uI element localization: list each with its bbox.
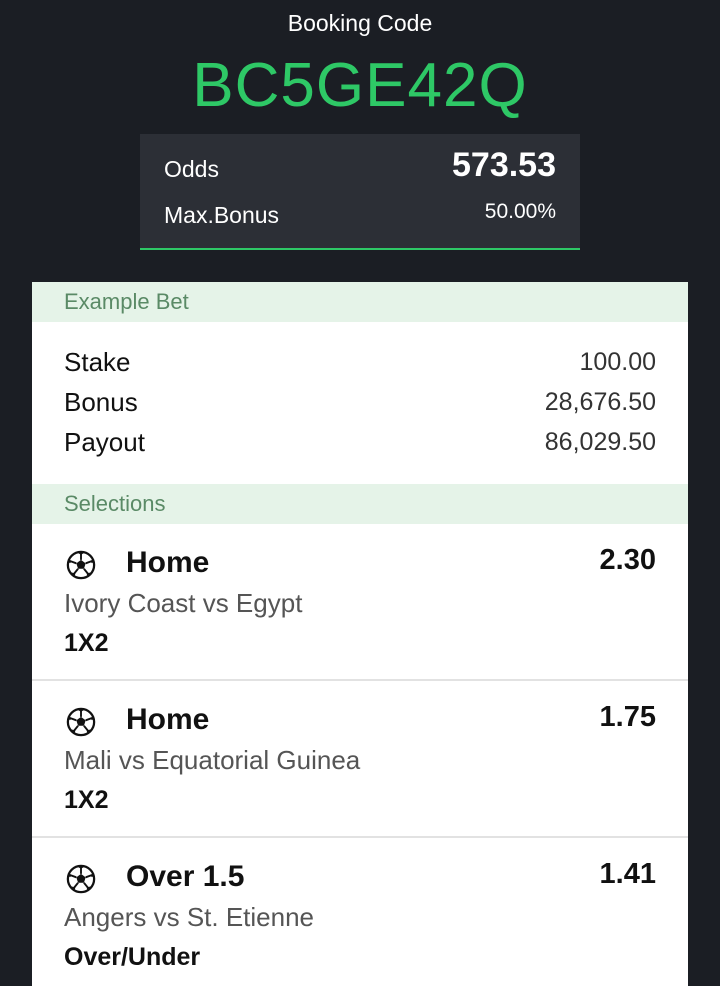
stake-label: Stake (64, 346, 131, 377)
max-bonus-value: 50.00% (484, 200, 556, 223)
selection-item[interactable]: Over 1.5 1.41 Angers vs St. Etienne Over… (32, 838, 688, 986)
booking-header: Booking Code BC5GE42Q Odds 573.53 Max.Bo… (0, 0, 720, 282)
booking-code[interactable]: BC5GE42Q (0, 50, 720, 121)
selection-pick: Over 1.5 (126, 860, 245, 893)
payout-value: 86,029.50 (544, 427, 656, 456)
selection-market: 1X2 (64, 629, 109, 657)
example-bet-header: Example Bet (32, 282, 688, 322)
odds-label: Odds (164, 156, 219, 182)
selection-market: Over/Under (64, 943, 201, 971)
selection-item[interactable]: Home 2.30 Ivory Coast vs Egypt 1X2 (32, 524, 688, 681)
selection-item[interactable]: Home 1.75 Mali vs Equatorial Guinea 1X2 (32, 681, 688, 838)
bonus-row: Bonus 28,676.50 (64, 382, 656, 422)
selection-pick: Home (126, 703, 210, 736)
bet-panel: Example Bet Stake 100.00 Bonus 28,676.50… (32, 282, 688, 986)
max-bonus-label: Max.Bonus (164, 202, 280, 228)
selection-market: 1X2 (64, 786, 109, 814)
selection-odd: 2.30 (599, 544, 656, 576)
payout-label: Payout (64, 426, 145, 457)
stake-row: Stake 100.00 (64, 342, 656, 382)
selection-match: Mali vs Equatorial Guinea (64, 745, 361, 775)
selection-odd: 1.75 (599, 701, 656, 733)
booking-code-label: Booking Code (287, 10, 433, 36)
example-bet-summary: Stake 100.00 Bonus 28,676.50 Payout 86,0… (32, 322, 688, 484)
selection-match: Angers vs St. Etienne (64, 902, 315, 932)
selections-header: Selections (32, 484, 688, 524)
selection-odd: 1.41 (599, 858, 656, 890)
payout-row: Payout 86,029.50 (64, 422, 656, 462)
soccer-ball-icon (66, 864, 96, 894)
odds-summary-box: Odds 573.53 Max.Bonus 50.00% (140, 134, 580, 250)
odds-value: 573.53 (452, 146, 556, 184)
soccer-ball-icon (66, 550, 96, 580)
soccer-ball-icon (66, 707, 96, 737)
bonus-label: Bonus (64, 386, 138, 417)
bonus-value: 28,676.50 (544, 387, 656, 416)
stake-value: 100.00 (579, 347, 656, 376)
selection-pick: Home (126, 546, 210, 579)
selection-match: Ivory Coast vs Egypt (64, 588, 303, 618)
